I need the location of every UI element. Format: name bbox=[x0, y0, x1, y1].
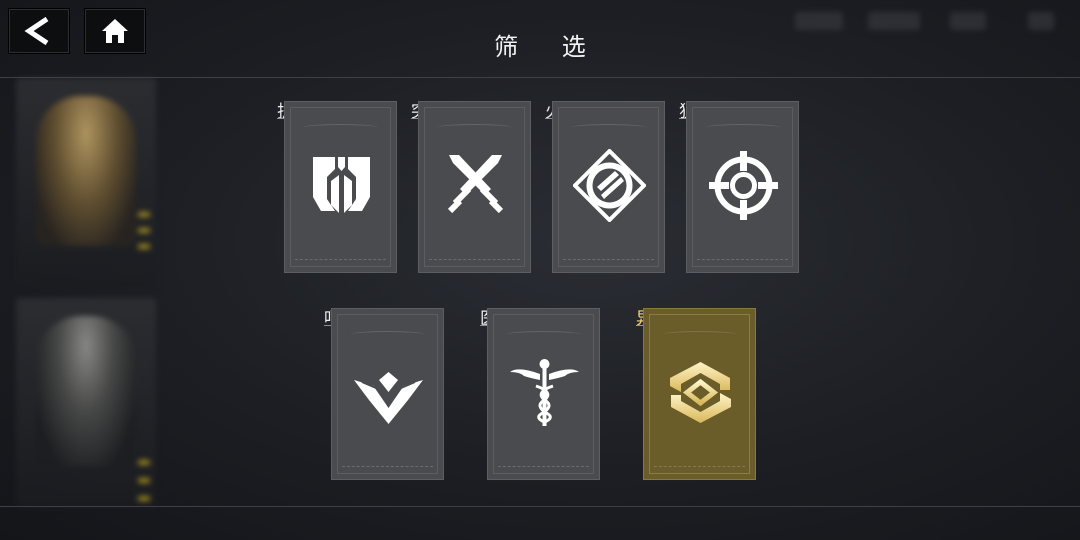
card-decoration bbox=[563, 259, 654, 262]
card-decoration bbox=[437, 124, 512, 131]
firepower-diamond-icon bbox=[573, 149, 646, 222]
card-decoration bbox=[350, 331, 425, 338]
card-decoration bbox=[303, 124, 378, 131]
filter-card-assault[interactable] bbox=[418, 101, 531, 273]
crosshair-icon bbox=[709, 151, 778, 220]
card-decoration bbox=[705, 124, 780, 131]
card-decoration bbox=[429, 259, 520, 262]
card-decoration bbox=[506, 331, 581, 338]
guard-helmet-icon bbox=[313, 157, 370, 213]
background-character-card bbox=[16, 298, 156, 508]
card-decoration bbox=[342, 466, 433, 469]
card-decoration bbox=[662, 331, 737, 338]
crossed-swords-icon bbox=[447, 155, 504, 214]
card-decoration bbox=[571, 124, 646, 131]
background-character-card bbox=[16, 78, 156, 288]
card-decoration bbox=[697, 259, 788, 262]
footer-divider bbox=[0, 506, 1080, 507]
filter-card-sentinel[interactable] bbox=[331, 308, 444, 480]
page-title: 筛 选 bbox=[494, 33, 604, 61]
header-divider bbox=[0, 77, 1080, 78]
card-decoration bbox=[654, 466, 745, 469]
filter-card-psionic-selected[interactable] bbox=[643, 308, 756, 480]
filter-card-sniper[interactable] bbox=[686, 101, 799, 273]
filter-card-firepower[interactable] bbox=[552, 101, 665, 273]
caduceus-icon bbox=[510, 359, 579, 426]
sentinel-wings-icon bbox=[354, 372, 423, 424]
card-decoration bbox=[498, 466, 589, 469]
psionic-hexagon-icon bbox=[670, 362, 731, 423]
filter-card-guard[interactable] bbox=[284, 101, 397, 273]
card-decoration bbox=[295, 259, 386, 262]
filter-card-medic[interactable] bbox=[487, 308, 600, 480]
